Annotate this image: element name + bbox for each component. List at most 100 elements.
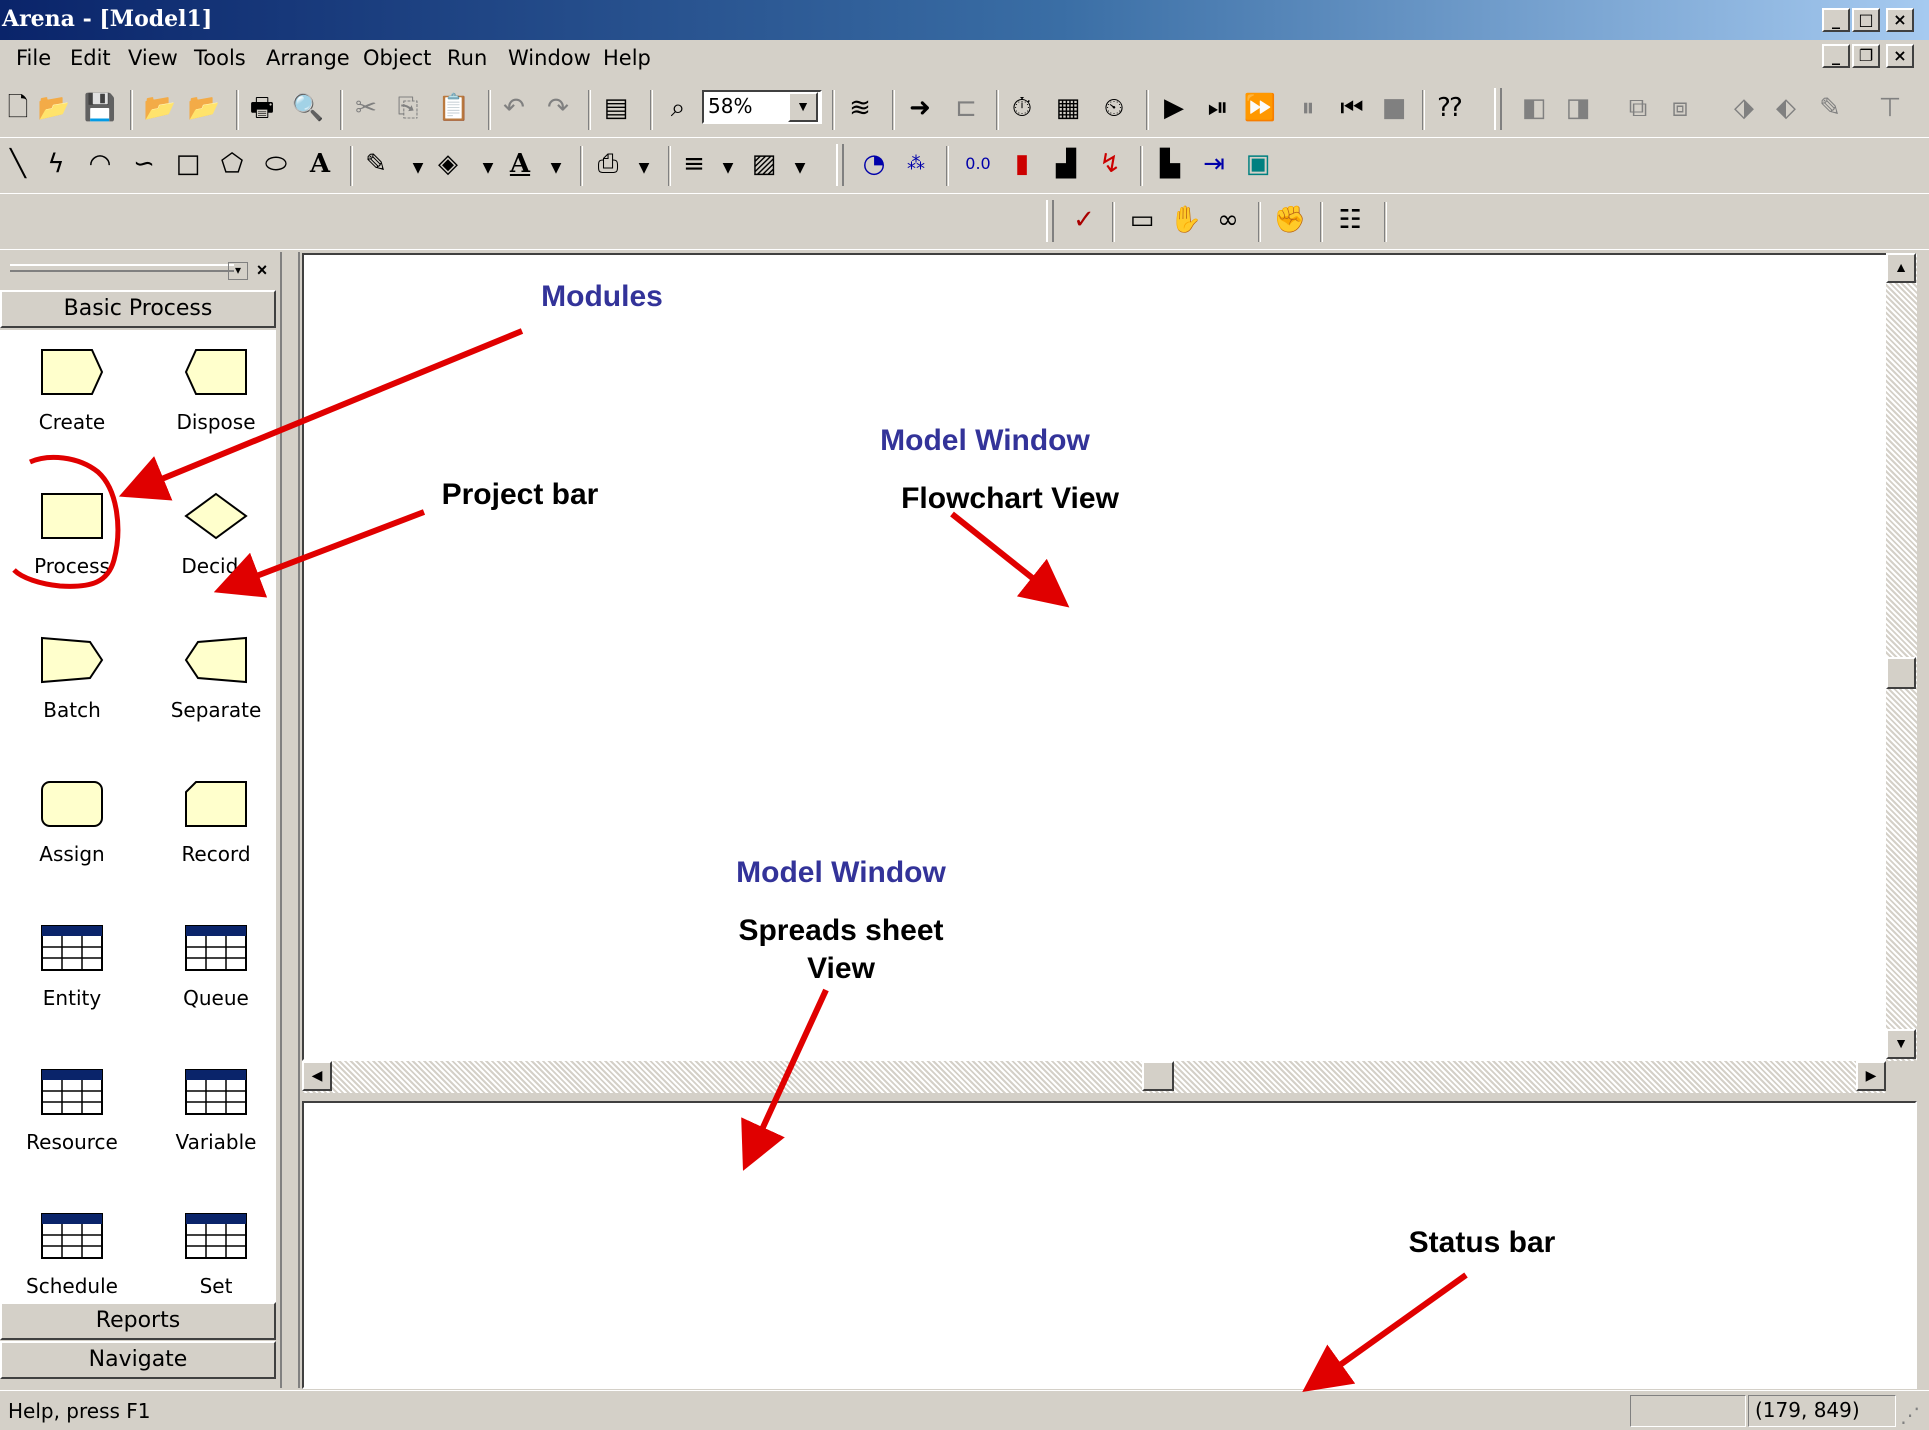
background-color-dropdown-icon[interactable]: ▼ — [626, 150, 662, 186]
date-icon[interactable]: ⁂ — [898, 146, 934, 182]
polygon-icon[interactable]: ⬠ — [214, 146, 250, 182]
bring-front-icon[interactable]: ◧ — [1516, 90, 1552, 126]
line-width-dropdown-icon[interactable]: ▼ — [710, 150, 746, 186]
animate-clock-icon[interactable]: ⏱ — [1004, 90, 1040, 126]
pan-hand-icon[interactable]: ✋ — [1168, 202, 1204, 238]
connect-icon[interactable]: ➜ — [902, 90, 938, 126]
pane-splitter[interactable] — [280, 252, 300, 1388]
maximize-button[interactable]: □ — [1852, 8, 1880, 32]
zoom-icon[interactable]: ⌕ — [660, 90, 696, 126]
scroll-right-button[interactable]: ▶ — [1856, 1061, 1886, 1091]
menu-window[interactable]: Window — [508, 46, 591, 70]
detach-icon[interactable]: 📂 — [186, 90, 222, 126]
module-decide[interactable]: Decide — [144, 482, 288, 626]
print-preview-icon[interactable]: 🔍 — [290, 90, 326, 126]
check-model-icon[interactable]: ✓ — [1066, 202, 1102, 238]
module-record[interactable]: Record — [144, 770, 288, 914]
vertical-scroll-thumb[interactable] — [1886, 657, 1916, 689]
scroll-up-button[interactable]: ▲ — [1886, 253, 1916, 283]
arc-icon[interactable]: ◠ — [82, 146, 118, 182]
module-variable[interactable]: Variable — [144, 1058, 288, 1202]
end-icon[interactable]: ■ — [1376, 90, 1412, 126]
cut-icon[interactable]: ✂ — [348, 90, 384, 126]
ellipse-icon[interactable]: ⬭ — [258, 146, 294, 182]
module-dispose[interactable]: Dispose — [144, 338, 288, 482]
align-icon[interactable]: ⊤ — [1872, 90, 1908, 126]
module-create[interactable]: Create — [0, 338, 144, 482]
module-assign[interactable]: Assign — [0, 770, 144, 914]
zoom-dropdown-arrow[interactable]: ▼ — [788, 92, 818, 122]
snap-icon[interactable]: ✎ — [1812, 90, 1848, 126]
background-color-icon[interactable]: ⎙ — [590, 146, 626, 182]
doc-close-button[interactable]: × — [1886, 44, 1914, 68]
polyline-icon[interactable]: ϟ — [38, 146, 74, 182]
menu-tools[interactable]: Tools — [194, 46, 246, 70]
send-back-icon[interactable]: ◨ — [1560, 90, 1596, 126]
panel-header-navigate[interactable]: Navigate — [0, 1341, 276, 1379]
module-entity[interactable]: Entity — [0, 914, 144, 1058]
vertical-scrollbar[interactable]: ▲ ▼ — [1886, 253, 1917, 1061]
project-bar-grip[interactable] — [10, 264, 234, 272]
run-go-icon[interactable]: ▶ — [1156, 90, 1192, 126]
context-help-icon[interactable]: ⁇ — [1432, 90, 1468, 126]
project-bar-close-icon[interactable]: × — [250, 260, 274, 282]
menu-view[interactable]: View — [128, 46, 178, 70]
layers-icon[interactable]: ▤ — [598, 90, 634, 126]
level-icon[interactable]: ▮ — [1004, 146, 1040, 182]
fill-pattern-icon[interactable]: ▨ — [746, 146, 782, 182]
module-batch[interactable]: Batch — [0, 626, 144, 770]
fill-pattern-dropdown-icon[interactable]: ▼ — [782, 150, 818, 186]
menu-file[interactable]: File — [16, 46, 51, 70]
fast-forward-icon[interactable]: ⏩ — [1242, 90, 1278, 126]
pause-icon[interactable]: ⏸ — [1290, 90, 1326, 126]
spreadsheet-view[interactable] — [302, 1101, 1917, 1389]
menu-edit[interactable]: Edit — [70, 46, 111, 70]
dock-arrow-icon[interactable]: ▾ — [228, 262, 248, 280]
redo-icon[interactable]: ↷ — [540, 90, 576, 126]
animate-date-icon[interactable]: ▦ — [1050, 90, 1086, 126]
attach-icon[interactable]: 📂 — [142, 90, 178, 126]
step-icon[interactable]: ⏯ — [1200, 90, 1236, 126]
histogram-icon[interactable]: ▟ — [1048, 146, 1084, 182]
plot-icon[interactable]: ↯ — [1092, 146, 1128, 182]
menu-arrange[interactable]: Arrange — [266, 46, 350, 70]
horizontal-scroll-thumb[interactable] — [1142, 1061, 1174, 1091]
menu-help[interactable]: Help — [603, 46, 651, 70]
text-color-dropdown-icon[interactable]: ▼ — [538, 150, 574, 186]
flip-icon[interactable]: ⬗ — [1726, 90, 1762, 126]
horizontal-scrollbar[interactable]: ◀ ▶ — [302, 1061, 1886, 1093]
copy-icon[interactable]: ⎘ — [390, 90, 426, 126]
global-icon[interactable]: ▣ — [1240, 146, 1276, 182]
text-icon[interactable]: A — [302, 146, 338, 182]
module-process[interactable]: Process — [0, 482, 144, 626]
clock-icon[interactable]: ◔ — [856, 146, 892, 182]
model-tree-icon[interactable]: ☷ — [1332, 202, 1368, 238]
undo-icon[interactable]: ↶ — [496, 90, 532, 126]
menu-object[interactable]: Object — [363, 46, 431, 70]
line-color-icon[interactable]: ✎ — [358, 146, 394, 182]
text-color-icon[interactable]: A — [502, 146, 538, 182]
save-icon[interactable]: 💾 — [82, 90, 118, 126]
module-resource[interactable]: Resource — [0, 1058, 144, 1202]
panel-header-reports[interactable]: Reports — [0, 1302, 276, 1340]
fill-color-dropdown-icon[interactable]: ▼ — [470, 150, 506, 186]
display-layers-icon[interactable]: ≋ — [842, 90, 878, 126]
open-icon[interactable]: 📂 — [36, 90, 72, 126]
watch-icon[interactable]: ∞ — [1210, 202, 1246, 238]
line-width-icon[interactable]: ≡ — [676, 146, 712, 182]
module-queue[interactable]: Queue — [144, 914, 288, 1058]
module-separate[interactable]: Separate — [144, 626, 288, 770]
close-button[interactable]: × — [1886, 8, 1914, 32]
start-over-icon[interactable]: ⏮ — [1334, 90, 1370, 126]
command-window-icon[interactable]: ▭ — [1124, 202, 1160, 238]
bezier-icon[interactable]: ∽ — [126, 146, 162, 182]
group-icon[interactable]: ⧉ — [1620, 90, 1656, 126]
resize-grip-icon[interactable]: ⋰ — [1900, 1403, 1920, 1428]
resource-anim-icon[interactable]: ⇥ — [1196, 146, 1232, 182]
line-icon[interactable]: ╲ — [0, 146, 36, 182]
menu-run[interactable]: Run — [447, 46, 487, 70]
ungroup-icon[interactable]: ⧈ — [1662, 90, 1698, 126]
doc-restore-button[interactable]: ❐ — [1852, 44, 1880, 68]
scroll-left-button[interactable]: ◀ — [302, 1061, 332, 1091]
queue-anim-icon[interactable]: ▙ — [1152, 146, 1188, 182]
